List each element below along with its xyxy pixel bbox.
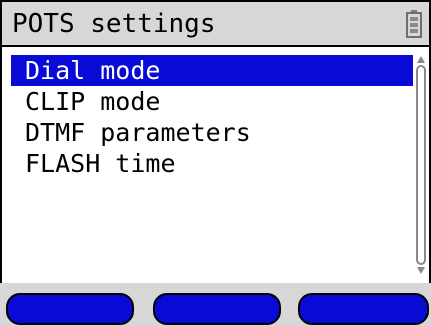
menu-item-dtmf-parameters[interactable]: DTMF parameters xyxy=(11,117,413,148)
softkey-middle[interactable] xyxy=(153,293,281,325)
scroll-down-arrow-icon xyxy=(417,267,425,274)
device-screen: POTS settings Dial mode CLIP mode DTMF p… xyxy=(0,0,431,326)
page-title: POTS settings xyxy=(12,9,216,39)
menu-item-dial-mode[interactable]: Dial mode xyxy=(11,55,413,86)
menu-item-flash-time[interactable]: FLASH time xyxy=(11,148,413,179)
softkey-right[interactable] xyxy=(298,293,429,325)
menu-item-label: Dial mode xyxy=(25,56,161,85)
menu-item-clip-mode[interactable]: CLIP mode xyxy=(11,86,413,117)
menu-item-label: FLASH time xyxy=(25,149,176,178)
scrollbar[interactable] xyxy=(415,54,427,276)
menu-panel: Dial mode CLIP mode DTMF parameters FLAS… xyxy=(2,47,429,283)
softkey-bar xyxy=(0,283,431,326)
menu-item-label: DTMF parameters xyxy=(25,118,251,147)
settings-menu: Dial mode CLIP mode DTMF parameters FLAS… xyxy=(11,55,413,179)
title-bar: POTS settings xyxy=(2,2,429,45)
battery-icon xyxy=(406,10,422,38)
scroll-up-arrow-icon xyxy=(417,56,425,63)
menu-item-label: CLIP mode xyxy=(25,87,161,116)
scroll-thumb xyxy=(416,65,426,265)
softkey-left[interactable] xyxy=(6,293,134,325)
